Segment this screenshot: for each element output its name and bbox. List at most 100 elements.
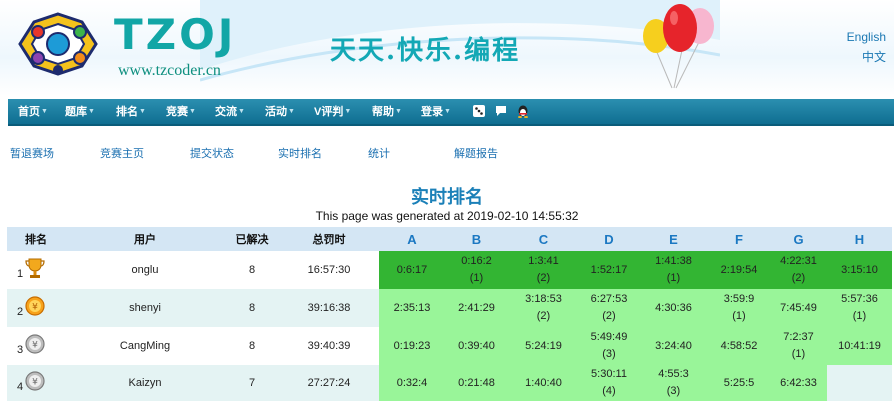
- problem-cell: 1:41:38 (1): [639, 251, 708, 289]
- user-link[interactable]: shenyi: [65, 289, 225, 327]
- subnav-submit-status[interactable]: 提交状态: [190, 145, 234, 161]
- table-row: 1 onglu 8 16:57:30 0:6:17 0:16:2 (1) 1:3:41 (2) 1…: [7, 251, 892, 289]
- caret-down-icon: ▼: [139, 108, 146, 115]
- wrong-attempts: (3): [602, 348, 616, 360]
- solved-count[interactable]: 7: [225, 365, 279, 401]
- qq-penguin-icon[interactable]: [516, 104, 530, 118]
- accepted-time: 2:41:29: [458, 301, 495, 314]
- col-solved-header: 已解决: [225, 227, 279, 251]
- problem-cell: 3:24:40: [639, 327, 708, 365]
- problem-cell: 4:30:36: [639, 289, 708, 327]
- nav-help[interactable]: 帮助▼: [372, 99, 402, 124]
- caret-down-icon: ▼: [238, 108, 245, 115]
- problem-cell: 0:32:4: [379, 365, 445, 401]
- rank-number: 2: [17, 305, 24, 318]
- solved-count[interactable]: 8: [225, 251, 279, 289]
- accepted-time: 1:41:38: [655, 255, 692, 267]
- nav-login-label: 登录: [421, 106, 443, 118]
- chat-icon[interactable]: [494, 104, 508, 118]
- silver-medal-icon: ¥: [25, 334, 45, 354]
- table-row: 2 ¥ shenyi 8 39:16:38 2:35:13 2:41:29 3:18:53 (2…: [7, 289, 892, 327]
- nav-login[interactable]: 登录▼: [421, 99, 451, 124]
- subnav-solution-report[interactable]: 解题报告: [454, 145, 498, 161]
- col-rank-header: 排名: [7, 227, 65, 251]
- problem-header-a[interactable]: A: [379, 227, 445, 251]
- problem-header-b[interactable]: B: [445, 227, 508, 251]
- dice-icon[interactable]: [472, 104, 486, 118]
- nav-discuss-label: 交流: [215, 106, 237, 118]
- subnav-contest-home[interactable]: 竞赛主页: [100, 145, 144, 161]
- problem-cell: 5:30:11 (4): [579, 365, 639, 401]
- problem-header-h[interactable]: H: [827, 227, 892, 251]
- user-link[interactable]: onglu: [65, 251, 225, 289]
- accepted-time: 4:30:36: [655, 301, 692, 314]
- nav-problems[interactable]: 题库▼: [65, 99, 95, 124]
- logo-url: www.tzcoder.cn: [118, 62, 221, 79]
- accepted-time: 5:49:49: [590, 331, 628, 343]
- problem-cell: 1:3:41 (2): [508, 251, 579, 289]
- nav-help-label: 帮助: [372, 106, 394, 118]
- rank-number: 4: [17, 380, 24, 393]
- table-row: 4 ¥ Kaizyn 7 27:27:24 0:32:4 0:21:48 1:40:40 5:3…: [7, 365, 892, 401]
- accepted-time: 0:6:17: [396, 263, 428, 276]
- accepted-time: 5:30:11: [591, 368, 627, 380]
- wrong-attempts: (2): [602, 310, 616, 322]
- wrong-attempts: (2): [536, 272, 551, 284]
- subnav-realtime-rank[interactable]: 实时排名: [278, 145, 322, 161]
- problem-cell: 1:52:17: [579, 251, 639, 289]
- problem-cell: 6:27:53 (2): [579, 289, 639, 327]
- caret-down-icon: ▼: [88, 108, 95, 115]
- accepted-time: 3:24:40: [655, 339, 692, 352]
- ranklist-table: 排名 用户 已解决 总罚时 A B C D E F G H 1 onglu 8 16:…: [7, 227, 892, 401]
- problem-header-c[interactable]: C: [508, 227, 579, 251]
- problem-header-f[interactable]: F: [708, 227, 770, 251]
- subnav-exit-contest[interactable]: 暂退赛场: [10, 145, 54, 161]
- caret-down-icon: ▼: [288, 108, 295, 115]
- nav-activities[interactable]: 活动▼: [265, 99, 295, 124]
- accepted-time: 10:41:19: [838, 339, 881, 352]
- generated-time: This page was generated at 2019-02-10 14…: [315, 209, 579, 223]
- accepted-time: 5:57:36: [841, 293, 878, 305]
- trophy-icon: [25, 258, 45, 279]
- accepted-time: 3:15:10: [841, 263, 878, 276]
- table-header-row: 排名 用户 已解决 总罚时 A B C D E F G H: [7, 227, 892, 251]
- accepted-time: 0:39:40: [458, 339, 495, 352]
- lang-chinese-link[interactable]: 中文: [862, 48, 886, 65]
- nav-contests[interactable]: 竞赛▼: [166, 99, 196, 124]
- rank-number: 3: [17, 343, 24, 356]
- accepted-time: 0:16:2: [461, 255, 492, 267]
- problem-cell: 3:15:10: [827, 251, 892, 289]
- solved-count[interactable]: 8: [225, 327, 279, 365]
- user-link[interactable]: CangMing: [65, 327, 225, 365]
- accepted-time: 0:21:48: [458, 376, 495, 389]
- penalty-time: 16:57:30: [279, 251, 379, 289]
- nav-vjudge-label: V评判: [314, 106, 344, 118]
- main-nav: 首页▼ 题库▼ 排名▼ 竞赛▼ 交流▼ 活动▼ V评判▼ 帮助▼ 登录▼: [8, 99, 894, 126]
- problem-cell: 2:19:54: [708, 251, 770, 289]
- problem-cell: 5:49:49 (3): [579, 327, 639, 365]
- nav-home[interactable]: 首页▼: [18, 99, 48, 124]
- nav-activities-label: 活动: [265, 106, 287, 118]
- caret-down-icon: ▼: [444, 108, 451, 115]
- accepted-time: 7:45:49: [780, 301, 817, 314]
- accepted-time: 2:35:13: [393, 301, 431, 314]
- problem-header-d[interactable]: D: [579, 227, 639, 251]
- user-link[interactable]: Kaizyn: [65, 365, 225, 401]
- solved-count[interactable]: 8: [225, 289, 279, 327]
- nav-discuss[interactable]: 交流▼: [215, 99, 245, 124]
- problem-header-g[interactable]: G: [770, 227, 827, 251]
- lang-english-link[interactable]: English: [847, 30, 886, 44]
- logo-text[interactable]: TZOJ: [114, 12, 236, 58]
- wrong-attempts: (4): [602, 385, 616, 397]
- site-header: TZOJ www.tzcoder.cn 天天.快乐.编程 English 中文: [0, 0, 894, 96]
- problem-header-e[interactable]: E: [639, 227, 708, 251]
- subnav-statistics[interactable]: 统计: [368, 145, 390, 161]
- problem-cell: 3:18:53 (2): [508, 289, 579, 327]
- nav-vjudge[interactable]: V评判▼: [314, 99, 351, 124]
- accepted-time: 7:2:37: [783, 331, 814, 343]
- tzoj-logo-icon[interactable]: [16, 12, 100, 76]
- problem-cell: 2:41:29: [445, 289, 508, 327]
- nav-ranking[interactable]: 排名▼: [116, 99, 146, 124]
- accepted-time: 3:18:53: [525, 293, 562, 305]
- problem-cell: 6:42:33: [770, 365, 827, 401]
